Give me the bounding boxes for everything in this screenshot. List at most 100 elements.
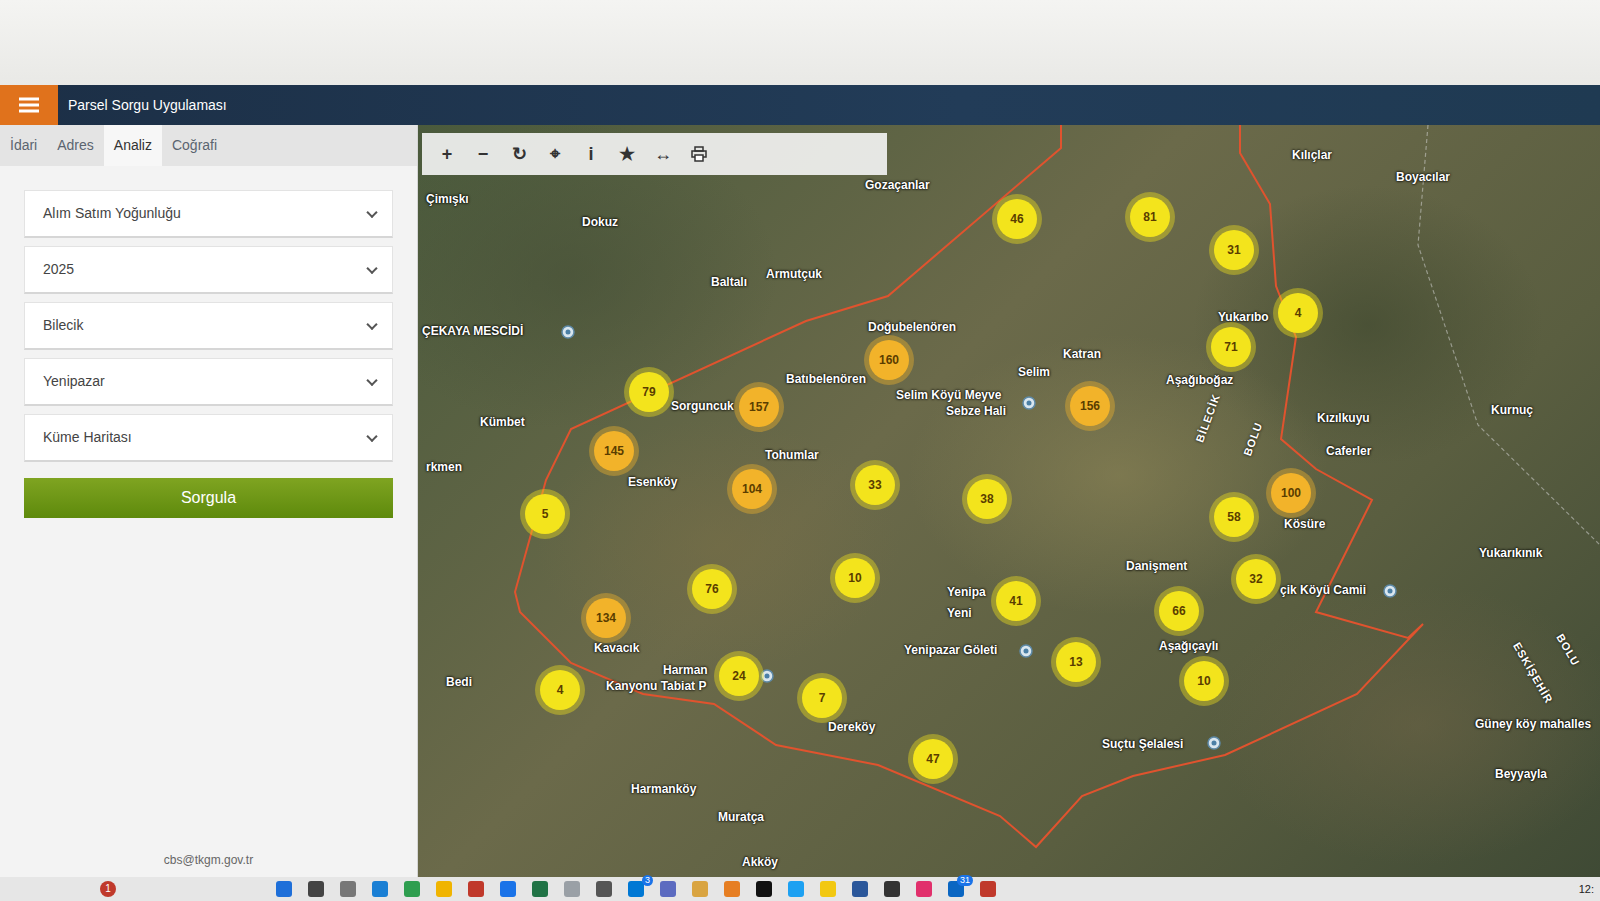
cluster-marker[interactable]: 24	[719, 656, 759, 696]
print-button[interactable]	[684, 139, 714, 169]
map-tool-button[interactable]: +	[432, 139, 462, 169]
panel-tab[interactable]: Analiz	[104, 125, 162, 166]
map-tool-button[interactable]: −	[468, 139, 498, 169]
taskbar-app-icon[interactable]	[820, 881, 836, 897]
taskbar-app-icon[interactable]	[404, 881, 420, 897]
app-badge: 3	[642, 875, 653, 886]
taskbar-app-icon[interactable]	[372, 881, 388, 897]
taskbar-app-icon[interactable]	[692, 881, 708, 897]
cluster-marker[interactable]: 4	[1278, 293, 1318, 333]
select-value: Alım Satım Yoğunluğu	[43, 205, 181, 221]
cluster-marker[interactable]: 38	[967, 479, 1007, 519]
taskbar-app-icon[interactable]	[788, 881, 804, 897]
cluster-marker[interactable]: 31	[1214, 230, 1254, 270]
taskbar-app-icon[interactable]	[308, 881, 324, 897]
cluster-marker[interactable]: 160	[869, 340, 909, 380]
cluster-marker[interactable]: 104	[732, 469, 772, 509]
taskbar-app-icon[interactable]	[980, 881, 996, 897]
place-label: Danişment	[1126, 560, 1187, 573]
taskbar-app-icon[interactable]: 3	[628, 881, 644, 897]
cluster-marker[interactable]: 66	[1159, 591, 1199, 631]
cluster-marker[interactable]: 10	[1184, 661, 1224, 701]
place-label: Esenköy	[628, 476, 677, 489]
filter-select[interactable]: Alım Satım Yoğunluğu	[24, 190, 393, 238]
taskbar-app-icon[interactable]	[596, 881, 612, 897]
cluster-marker[interactable]: 7	[802, 678, 842, 718]
taskbar-app-icon[interactable]	[884, 881, 900, 897]
taskbar-app-icon[interactable]	[276, 881, 292, 897]
cluster-marker[interactable]: 100	[1271, 473, 1311, 513]
place-pin-icon[interactable]	[1022, 396, 1036, 410]
panel-tab[interactable]: Coğrafi	[162, 125, 227, 166]
cluster-marker[interactable]: 41	[996, 581, 1036, 621]
taskbar-app-icon[interactable]	[532, 881, 548, 897]
taskbar-app-icon[interactable]	[340, 881, 356, 897]
place-pin-icon[interactable]	[1207, 736, 1221, 750]
place-label: Selim	[1018, 366, 1050, 379]
map-tool-button[interactable]: ★	[612, 139, 642, 169]
taskbar-app-icon[interactable]: 31	[948, 881, 964, 897]
chevron-icon	[366, 262, 377, 273]
filter-select[interactable]: Bilecik	[24, 302, 393, 350]
place-pin-icon[interactable]	[760, 669, 774, 683]
panel-tab[interactable]: İdari	[0, 125, 47, 166]
place-pin-icon[interactable]	[1019, 644, 1033, 658]
place-pin-icon[interactable]	[1383, 584, 1397, 598]
cluster-marker[interactable]: 156	[1070, 386, 1110, 426]
taskbar-app-icon[interactable]	[660, 881, 676, 897]
district-boundary	[418, 125, 1600, 877]
map-tool-button[interactable]: i	[576, 139, 606, 169]
query-panel: İdariAdresAnalizCoğrafi Alım Satım Yoğunl…	[0, 125, 418, 877]
place-label: Akköy	[742, 856, 778, 869]
cluster-marker[interactable]: 4	[540, 670, 580, 710]
cluster-marker[interactable]: 10	[835, 558, 875, 598]
place-label: Yenipazar Göleti	[904, 644, 997, 657]
map-view[interactable]: ÇimışkıDokuzGozaçanlarKılıçlarBoyacılarB…	[418, 125, 1600, 877]
cluster-marker[interactable]: 134	[586, 598, 626, 638]
taskbar-app-icon[interactable]	[564, 881, 580, 897]
taskbar-app-icon[interactable]	[756, 881, 772, 897]
clock: 12:	[1579, 881, 1594, 898]
taskbar-app-icon[interactable]	[500, 881, 516, 897]
cluster-marker[interactable]: 13	[1056, 642, 1096, 682]
map-tool-button[interactable]: ⌖	[540, 139, 570, 169]
filter-select[interactable]: Yenipazar	[24, 358, 393, 406]
cluster-marker[interactable]: 33	[855, 465, 895, 505]
map-tool-button[interactable]: ↻	[504, 139, 534, 169]
taskbar-app-icon[interactable]	[436, 881, 452, 897]
taskbar-app-icon[interactable]	[724, 881, 740, 897]
cluster-marker[interactable]: 5	[525, 494, 565, 534]
taskbar-app-icon[interactable]	[468, 881, 484, 897]
cluster-marker[interactable]: 145	[594, 431, 634, 471]
cluster-marker[interactable]: 47	[913, 739, 953, 779]
panel-tab[interactable]: Adres	[47, 125, 104, 166]
app-header: Parsel Sorgu Uygulaması	[0, 85, 1600, 125]
query-button[interactable]: Sorgula	[24, 478, 393, 518]
taskbar-app-icon[interactable]	[852, 881, 868, 897]
cluster-marker[interactable]: 157	[739, 387, 779, 427]
taskbar-app-icon[interactable]	[916, 881, 932, 897]
place-label: Kösüre	[1284, 518, 1325, 531]
place-label: Boyacılar	[1396, 171, 1450, 184]
cluster-marker[interactable]: 71	[1211, 327, 1251, 367]
place-pin-icon[interactable]	[561, 325, 575, 339]
map-tool-button[interactable]: ↔	[648, 139, 678, 169]
filter-select[interactable]: Küme Haritası	[24, 414, 393, 462]
notification-badge[interactable]: 1	[100, 881, 116, 897]
place-label: Tohumlar	[765, 449, 819, 462]
place-label: Yukarıbo	[1218, 311, 1269, 324]
cluster-marker[interactable]: 81	[1130, 197, 1170, 237]
place-label: Aşağıboğaz	[1166, 374, 1233, 387]
cluster-marker[interactable]: 76	[692, 569, 732, 609]
map-toolbar: +−↻⌖i★↔	[422, 133, 887, 175]
place-label: Suçtu Şelalesi	[1102, 738, 1183, 751]
cluster-marker[interactable]: 32	[1236, 559, 1276, 599]
cluster-marker[interactable]: 58	[1214, 497, 1254, 537]
cluster-marker[interactable]: 46	[997, 199, 1037, 239]
filter-select[interactable]: 2025	[24, 246, 393, 294]
cluster-marker[interactable]: 79	[629, 372, 669, 412]
menu-button[interactable]	[0, 85, 58, 125]
place-label: Gozaçanlar	[865, 179, 930, 192]
place-label: ÇEKAYA MESCİDİ	[422, 325, 523, 338]
place-label: Yeni	[947, 607, 972, 620]
